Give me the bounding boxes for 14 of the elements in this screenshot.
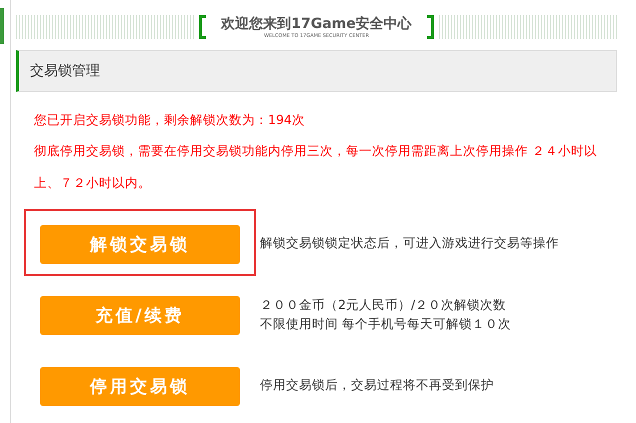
action-description: 停用交易锁后，交易过程将不再受到保护 — [260, 376, 494, 394]
action-button[interactable]: 解锁交易锁 — [40, 225, 240, 264]
bracket-icon — [198, 15, 206, 39]
action-button[interactable]: 充值/续费 — [40, 296, 240, 335]
action-description: ２００金币（2元人民币）/２０次解锁次数 — [260, 296, 508, 314]
notice-text: 您已开启交易锁功能，剩余解锁次数为：194次 — [34, 111, 306, 129]
notice-text: 彻底停用交易锁，需要在停用交易锁功能内停用三次，每一次停用需距离上次停用操作 ２４小时以上、７２小时以内。 — [34, 142, 598, 192]
panel-title: 交易锁管理 — [30, 62, 100, 80]
sidebar-edge — [0, 8, 4, 44]
action-description: 不限使用时间 每个手机号每天可解锁１０次 — [260, 314, 511, 332]
bracket-icon — [427, 15, 434, 39]
action-button[interactable]: 停用交易锁 — [40, 367, 240, 406]
page-title: 欢迎您来到17Game安全中心 — [221, 15, 412, 33]
action-description: 解锁交易锁锁定状态后，可进入游戏进行交易等操作 — [260, 234, 559, 252]
